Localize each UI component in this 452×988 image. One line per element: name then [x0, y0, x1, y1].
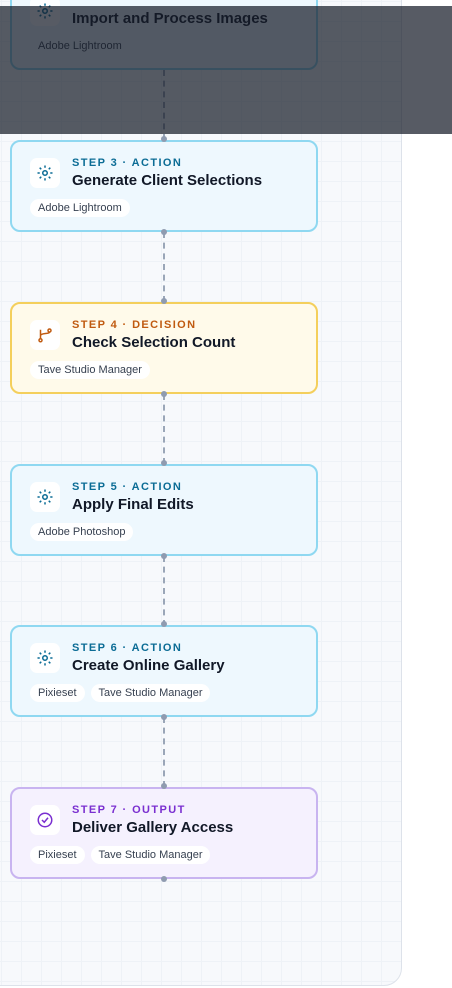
tool-tag: Pixieset	[30, 684, 85, 702]
node-step-label: STEP 3 · ACTION	[72, 157, 183, 169]
tool-tag: Tave Studio Manager	[90, 684, 211, 702]
node-title: Check Selection Count	[72, 334, 236, 351]
tool-tag: Adobe Lightroom	[30, 199, 130, 217]
check-circle-icon	[30, 805, 60, 835]
port-dot	[161, 136, 167, 142]
port-dot	[161, 229, 167, 235]
connector-4-5	[163, 556, 165, 626]
node-step-label: STEP 4 · DECISION	[72, 319, 197, 331]
node-title: Create Online Gallery	[72, 657, 225, 674]
node-step-label: STEP 5 · ACTION	[72, 481, 183, 493]
port-dot	[161, 783, 167, 789]
workflow-node[interactable]: STEP 4 · DECISION Check Selection Count …	[10, 302, 318, 394]
workflow-node[interactable]: STEP 5 · ACTION Apply Final Edits Adobe …	[10, 464, 318, 556]
workflow-node[interactable]: STEP 6 · ACTION Create Online Gallery Pi…	[10, 625, 318, 717]
port-dot	[161, 460, 167, 466]
tool-tag: Tave Studio Manager	[30, 361, 150, 379]
port-dot	[161, 876, 167, 882]
connector-2-3	[163, 232, 165, 302]
node-title: Generate Client Selections	[72, 172, 263, 189]
connector-3-4	[163, 394, 165, 464]
workflow-node[interactable]: STEP 3 · ACTION Generate Client Selectio…	[10, 140, 318, 232]
node-step-label: STEP 7 · OUTPUT	[72, 804, 186, 816]
tool-tag: Adobe Lightroom	[38, 40, 122, 52]
port-dot	[161, 714, 167, 720]
port-dot	[161, 553, 167, 559]
port-dot	[161, 298, 167, 304]
branch-icon	[30, 320, 60, 350]
tool-tag: Adobe Photoshop	[30, 523, 134, 541]
port-dot	[161, 621, 167, 627]
node-title: Import and Process Images	[72, 10, 268, 27]
workflow-node[interactable]: Import and Process Images Adobe Lightroo…	[10, 0, 318, 70]
gear-icon	[30, 158, 60, 188]
workflow-node[interactable]: STEP 7 · OUTPUT Deliver Gallery Access P…	[10, 787, 318, 879]
node-step-label: STEP 6 · ACTION	[72, 642, 183, 654]
connector-5-6	[163, 717, 165, 787]
gear-icon	[30, 643, 60, 673]
tool-tag: Tave Studio Manager	[90, 846, 211, 864]
gear-icon	[30, 0, 60, 26]
connector-1-2	[163, 70, 165, 140]
node-title: Deliver Gallery Access	[72, 819, 234, 836]
port-dot	[161, 391, 167, 397]
gear-icon	[30, 482, 60, 512]
tool-tag: Pixieset	[30, 846, 85, 864]
node-title: Apply Final Edits	[72, 496, 194, 513]
